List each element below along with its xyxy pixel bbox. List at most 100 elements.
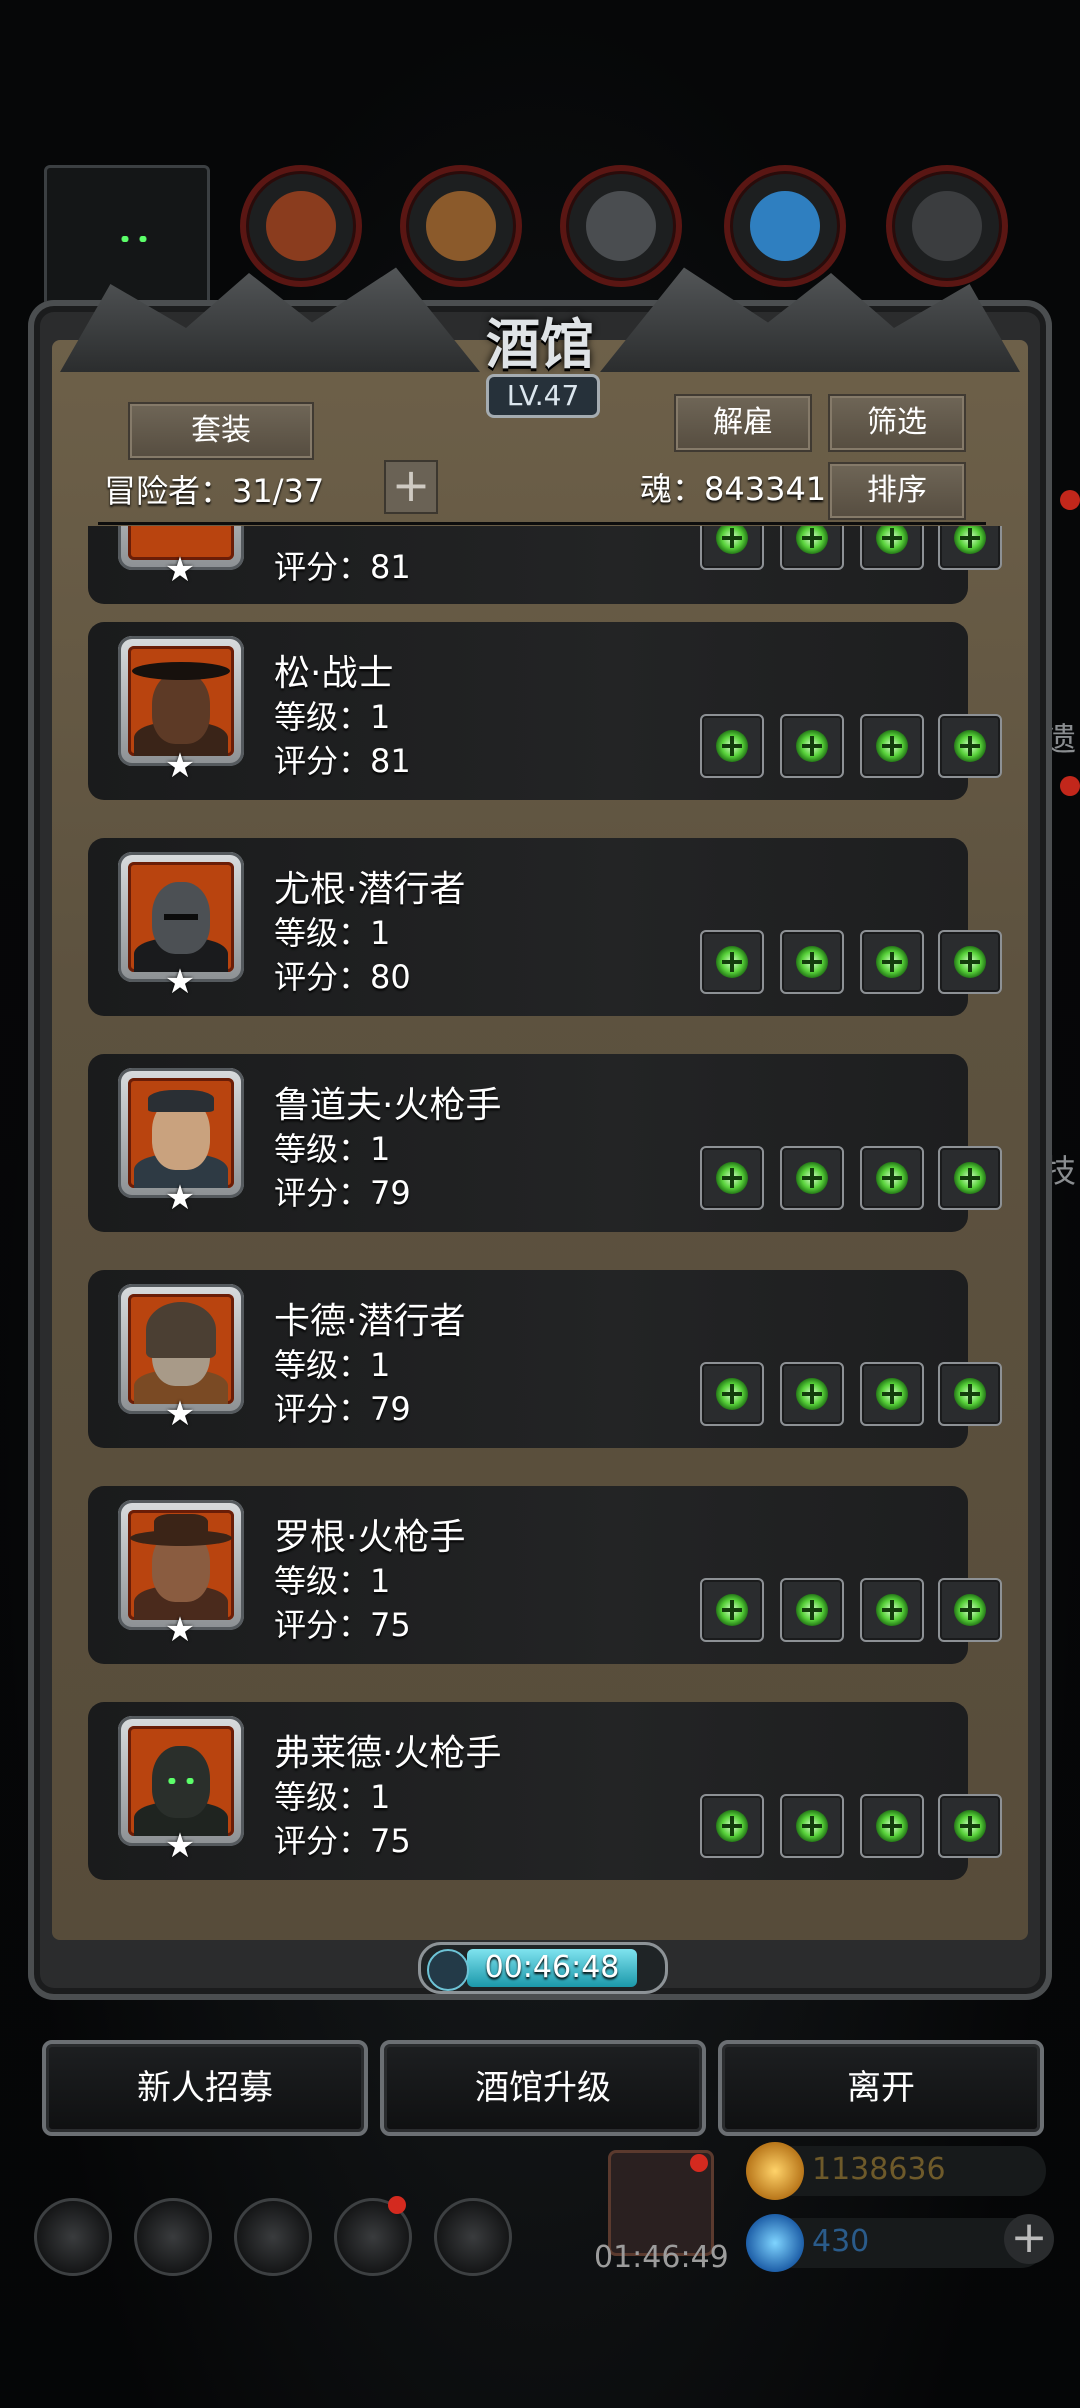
hero-card[interactable]: ★ 松·战士 等级：1 评分：81 xyxy=(88,622,1002,800)
equip-slot-accessory[interactable] xyxy=(860,1794,924,1858)
gold-amount: 1138636 xyxy=(812,2152,946,2187)
equip-slot-armor[interactable] xyxy=(780,1578,844,1642)
castle-icon[interactable] xyxy=(234,2198,312,2276)
star-icon: ★ xyxy=(164,1610,196,1650)
equip-slot-armor[interactable] xyxy=(780,714,844,778)
dismiss-button[interactable]: 解雇 xyxy=(674,394,812,452)
hero-level: 等级：1 xyxy=(274,1562,391,1600)
equip-slot-trinket[interactable] xyxy=(938,526,1002,570)
equip-slot-trinket[interactable] xyxy=(938,1362,1002,1426)
wood-resource-icon[interactable] xyxy=(400,165,522,287)
hero-score: 评分：79 xyxy=(274,1174,411,1212)
equip-slot-weapon[interactable] xyxy=(700,1146,764,1210)
star-icon: ★ xyxy=(164,1178,196,1218)
hero-name: 松·战士 xyxy=(274,653,394,694)
equip-slot-weapon[interactable] xyxy=(700,930,764,994)
equip-slot-weapon[interactable] xyxy=(700,1794,764,1858)
equip-slot-armor[interactable] xyxy=(780,930,844,994)
hero-card[interactable]: ★ 尤根·潜行者 等级：1 评分：80 xyxy=(88,838,1002,1016)
hero-level: 等级：1 xyxy=(274,1346,391,1384)
star-icon: ★ xyxy=(164,746,196,786)
equip-slot-accessory[interactable] xyxy=(860,1146,924,1210)
side-notification-dot xyxy=(1060,776,1080,796)
equip-slot-trinket[interactable] xyxy=(938,1146,1002,1210)
timer-text: 00:46:48 xyxy=(484,1950,620,1985)
crystal-resource-icon[interactable] xyxy=(724,165,846,287)
hero-name: 罗根·火枪手 xyxy=(274,1517,466,1558)
equip-slot-weapon[interactable] xyxy=(700,526,764,570)
sort-button[interactable]: 排序 xyxy=(828,462,966,520)
equip-slot-weapon[interactable] xyxy=(700,714,764,778)
star-icon: ★ xyxy=(164,1826,196,1866)
outfit-button[interactable]: 套装 xyxy=(128,402,314,460)
hero-card[interactable]: ★ 卡德·潜行者 等级：1 评分：79 xyxy=(88,1270,1002,1448)
equip-slot-accessory[interactable] xyxy=(860,1362,924,1426)
equip-slot-armor[interactable] xyxy=(780,1362,844,1426)
hero-level: 等级：1 xyxy=(274,1778,391,1816)
glowing-eyes xyxy=(119,236,149,242)
tavern-level-badge: LV.47 xyxy=(486,374,600,418)
hero-score: 评分：75 xyxy=(274,1606,411,1644)
mail-notification-dot xyxy=(388,2196,406,2214)
add-gems-button[interactable]: + xyxy=(1004,2214,1054,2264)
equip-slot-weapon[interactable] xyxy=(700,1362,764,1426)
hero-score: 评分：81 xyxy=(274,742,411,780)
hero-card[interactable]: ★ 弗莱德·火枪手 等级：1 评分：75 xyxy=(88,1702,1002,1880)
equip-slot-accessory[interactable] xyxy=(860,930,924,994)
hero-level: 等级：1 xyxy=(274,914,391,952)
gift-timer: 01:46:49 xyxy=(594,2240,729,2275)
star-icon: ★ xyxy=(164,962,196,1002)
star-icon: ★ xyxy=(164,1394,196,1434)
hero-icon[interactable] xyxy=(134,2198,212,2276)
gold-counter: 1138636 xyxy=(746,2142,1046,2200)
hero-card[interactable]: ★ 罗根·火枪手 等级：1 评分：75 xyxy=(88,1486,1002,1664)
equip-slot-trinket[interactable] xyxy=(938,1578,1002,1642)
refresh-timer: 00:46:48 xyxy=(418,1942,668,1994)
hero-name: 卡德·潜行者 xyxy=(274,1301,466,1342)
hero-card[interactable]: ★ 鲁道夫·火枪手 等级：1 评分：79 xyxy=(88,1054,1002,1232)
gem-icon xyxy=(746,2214,804,2272)
hero-level: 等级：1 xyxy=(274,698,391,736)
map-icon[interactable] xyxy=(434,2198,512,2276)
gift-notification-dot xyxy=(690,2154,708,2172)
top-resource-bar xyxy=(44,160,1044,311)
panel-title: 酒馆 xyxy=(486,312,594,376)
meat-resource-icon[interactable] xyxy=(240,165,362,287)
star-icon: ★ xyxy=(164,550,196,590)
equip-slot-trinket[interactable] xyxy=(938,714,1002,778)
equip-slot-accessory[interactable] xyxy=(860,1578,924,1642)
side-notification-dot xyxy=(1060,490,1080,510)
equip-slot-armor[interactable] xyxy=(780,526,844,570)
iron-resource-icon[interactable] xyxy=(560,165,682,287)
expand-capacity-button[interactable]: + xyxy=(384,460,438,514)
hero-name: 鲁道夫·火枪手 xyxy=(274,1085,502,1126)
filter-button[interactable]: 筛选 xyxy=(828,394,966,452)
hero-card[interactable]: ★ 评分：81 xyxy=(88,526,1002,604)
gem-amount: 430 xyxy=(812,2224,870,2259)
stone-resource-icon[interactable] xyxy=(886,165,1008,287)
equip-slot-armor[interactable] xyxy=(780,1794,844,1858)
hero-score: 评分：75 xyxy=(274,1822,411,1860)
leave-button[interactable]: 离开 xyxy=(718,2040,1044,2136)
upgrade-tavern-button[interactable]: 酒馆升级 xyxy=(380,2040,706,2136)
hood-avatar-icon[interactable] xyxy=(44,165,210,311)
hero-score: 评分：79 xyxy=(274,1390,411,1428)
hero-score: 评分：80 xyxy=(274,958,411,996)
equip-slot-accessory[interactable] xyxy=(860,526,924,570)
recruit-button[interactable]: 新人招募 xyxy=(42,2040,368,2136)
equip-slot-trinket[interactable] xyxy=(938,1794,1002,1858)
hero-level: 等级：1 xyxy=(274,1130,391,1168)
equip-slot-armor[interactable] xyxy=(780,1146,844,1210)
settings-icon[interactable] xyxy=(34,2198,112,2276)
gem-counter: 430 xyxy=(746,2214,1046,2272)
equip-slot-trinket[interactable] xyxy=(938,930,1002,994)
gold-coin-icon xyxy=(746,2142,804,2200)
clock-icon xyxy=(427,1949,469,1991)
equip-slot-weapon[interactable] xyxy=(700,1578,764,1642)
hero-list[interactable]: ★ 评分：81 ★ 松·战士 等级：1 评分：81 ★ 尤根·潜行者 等级：1 … xyxy=(52,526,1028,1896)
soul-count: 魂：843341 xyxy=(640,470,827,508)
header-divider xyxy=(98,522,986,525)
hero-score: 评分：81 xyxy=(274,548,411,586)
hero-name: 尤根·潜行者 xyxy=(274,869,466,910)
equip-slot-accessory[interactable] xyxy=(860,714,924,778)
